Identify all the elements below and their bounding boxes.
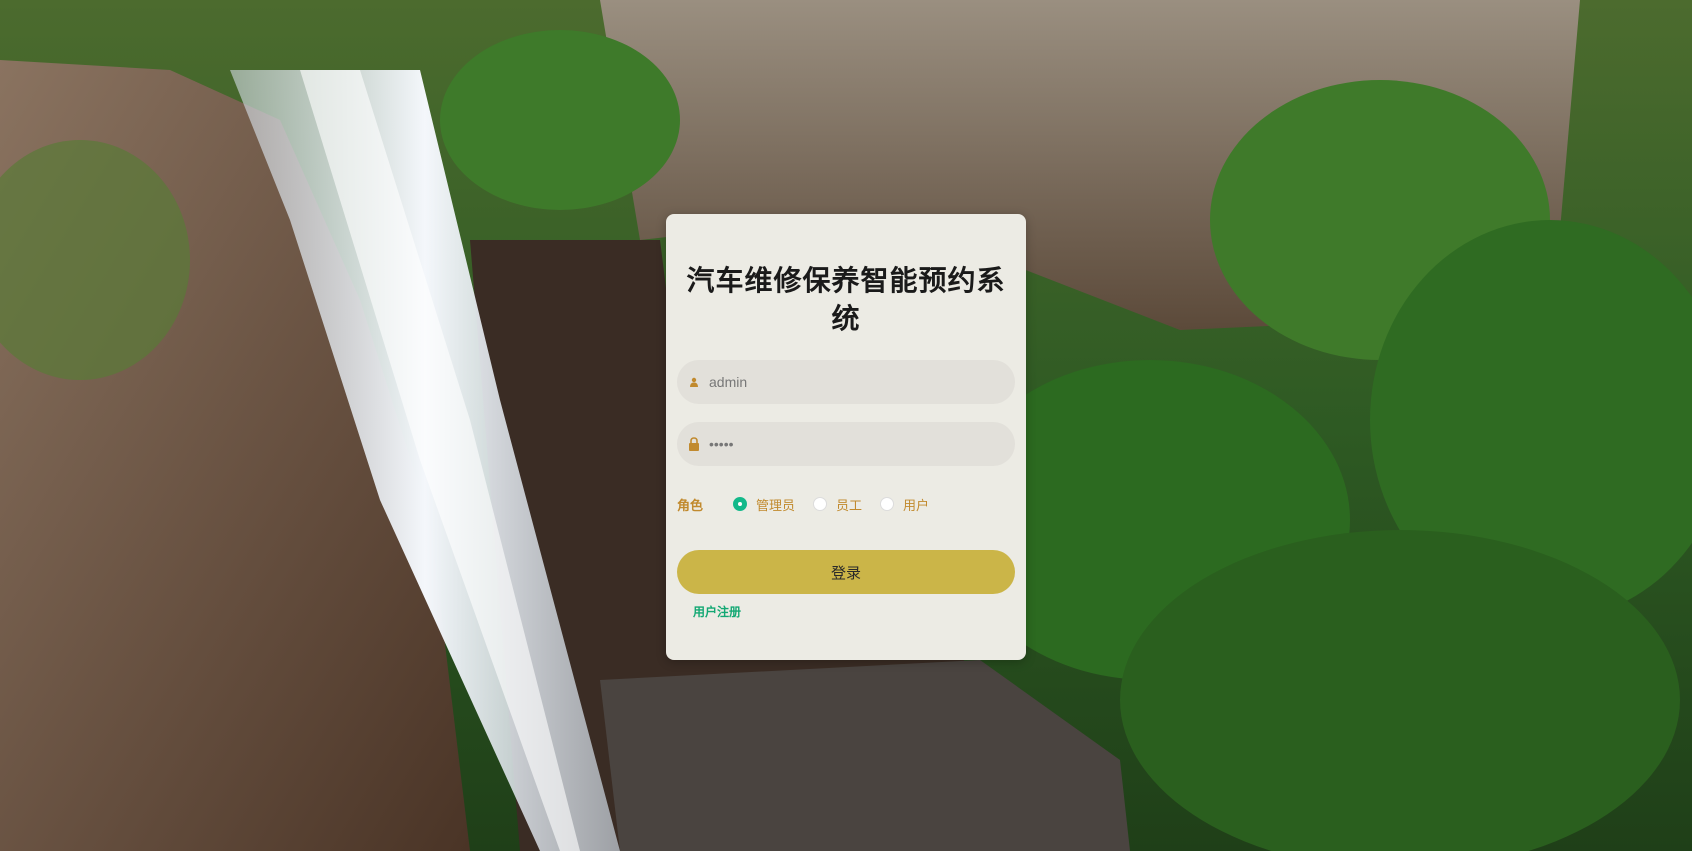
role-selector: 角色 管理员 员工 用户 xyxy=(677,494,1015,514)
login-button[interactable]: 登录 xyxy=(677,550,1015,594)
page-title: 汽车维修保养智能预约系统 xyxy=(686,264,1006,335)
radio-unchecked-icon[interactable] xyxy=(813,497,828,511)
username-field[interactable] xyxy=(677,360,1015,404)
role-radio-admin[interactable]: 管理员 xyxy=(733,495,795,514)
role-radio-label: 管理员 xyxy=(756,498,796,514)
role-radio-label: 员工 xyxy=(836,498,863,514)
lock-icon xyxy=(687,437,701,451)
login-card: 汽车维修保养智能预约系统 角色 管理员 员工 用户 登录 用户注册 xyxy=(666,214,1026,660)
user-icon xyxy=(687,375,701,389)
password-input[interactable] xyxy=(709,436,989,452)
username-input[interactable] xyxy=(709,374,989,390)
radio-checked-icon[interactable] xyxy=(733,497,747,511)
role-radio-user[interactable]: 用户 xyxy=(880,495,929,514)
role-radio-staff[interactable]: 员工 xyxy=(813,495,862,514)
password-field[interactable] xyxy=(677,422,1015,466)
radio-unchecked-icon[interactable] xyxy=(880,497,895,511)
role-label: 角色 xyxy=(677,498,704,514)
role-radio-label: 用户 xyxy=(903,498,930,514)
register-link[interactable]: 用户注册 xyxy=(693,603,741,620)
